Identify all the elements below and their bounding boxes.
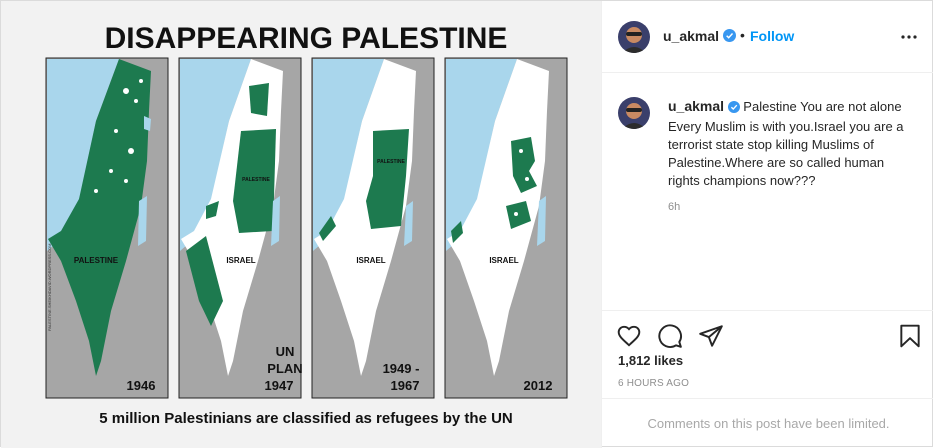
map-1947: PALESTINE ISRAEL UN PLAN 1947 (178, 57, 303, 399)
region-label-israel-1949: ISRAEL (356, 256, 385, 265)
year-label-1947: 1947 (265, 378, 294, 393)
post-image[interactable]: DISAPPEARING PALESTINE PALESTINE 1946 PA… (1, 1, 601, 448)
verified-badge-icon (723, 29, 736, 47)
region-label-israel-2012: ISRAEL (489, 256, 518, 265)
disappearing-palestine-graphic: DISAPPEARING PALESTINE PALESTINE 1946 PA… (1, 1, 601, 448)
image-credit: PALESTINE.SHEIKHDAVID.WORDPRESS.COM (47, 244, 52, 331)
region-label-palestine-1946: PALESTINE (74, 256, 119, 265)
caption-avatar[interactable] (618, 97, 650, 129)
action-bar (602, 310, 933, 352)
map-1946: PALESTINE 1946 PALESTINE.SHEIKHDAVID.WOR… (45, 57, 169, 399)
year-label-1949: 1949 - (383, 361, 420, 376)
region-label-palestine-1949: PALESTINE (377, 159, 405, 165)
post-header: u_akmal • Follow (602, 1, 933, 73)
year-label-1946: 1946 (127, 378, 156, 393)
caption-text-block: u_akmal Palestine You are not alone Ever… (668, 97, 918, 190)
caption-verified-badge-icon (727, 100, 740, 118)
comment-icon[interactable] (657, 323, 683, 349)
header-username[interactable]: u_akmal (663, 28, 719, 44)
bookmark-icon[interactable] (897, 323, 923, 349)
map-2012: ISRAEL 2012 (444, 57, 568, 399)
year-label-2012: 2012 (524, 378, 553, 393)
region-label-israel-1947: ISRAEL (226, 256, 255, 265)
more-horizontal-icon[interactable] (897, 25, 921, 49)
image-caption: 5 million Palestinians are classified as… (99, 410, 513, 427)
year-label-plan: PLAN (267, 361, 302, 376)
comments-limited-notice: Comments on this post have been limited. (602, 398, 933, 448)
share-icon[interactable] (698, 323, 724, 349)
separator-dot: • (740, 27, 745, 43)
avatar[interactable] (618, 21, 650, 53)
follow-button[interactable]: Follow (750, 28, 794, 44)
map-1949-1967: PALESTINE ISRAEL 1949 - 1967 (311, 57, 435, 399)
comments-limited-text: Comments on this post have been limited. (647, 416, 890, 431)
caption-timestamp[interactable]: 6h (668, 201, 680, 213)
post-timestamp[interactable]: 6 HOURS AGO (618, 378, 689, 389)
image-title: DISAPPEARING PALESTINE (105, 22, 508, 55)
post-sidebar: u_akmal • Follow u_akmal Palestine You a… (601, 1, 933, 448)
year-label-un: UN (276, 344, 295, 359)
instagram-post: DISAPPEARING PALESTINE PALESTINE 1946 PA… (0, 0, 933, 448)
caption-username[interactable]: u_akmal (668, 98, 724, 114)
likes-count[interactable]: 1,812 likes (618, 353, 683, 368)
region-label-palestine-1947: PALESTINE (242, 177, 270, 183)
year-label-1967: 1967 (391, 378, 420, 393)
heart-icon[interactable] (616, 323, 642, 349)
